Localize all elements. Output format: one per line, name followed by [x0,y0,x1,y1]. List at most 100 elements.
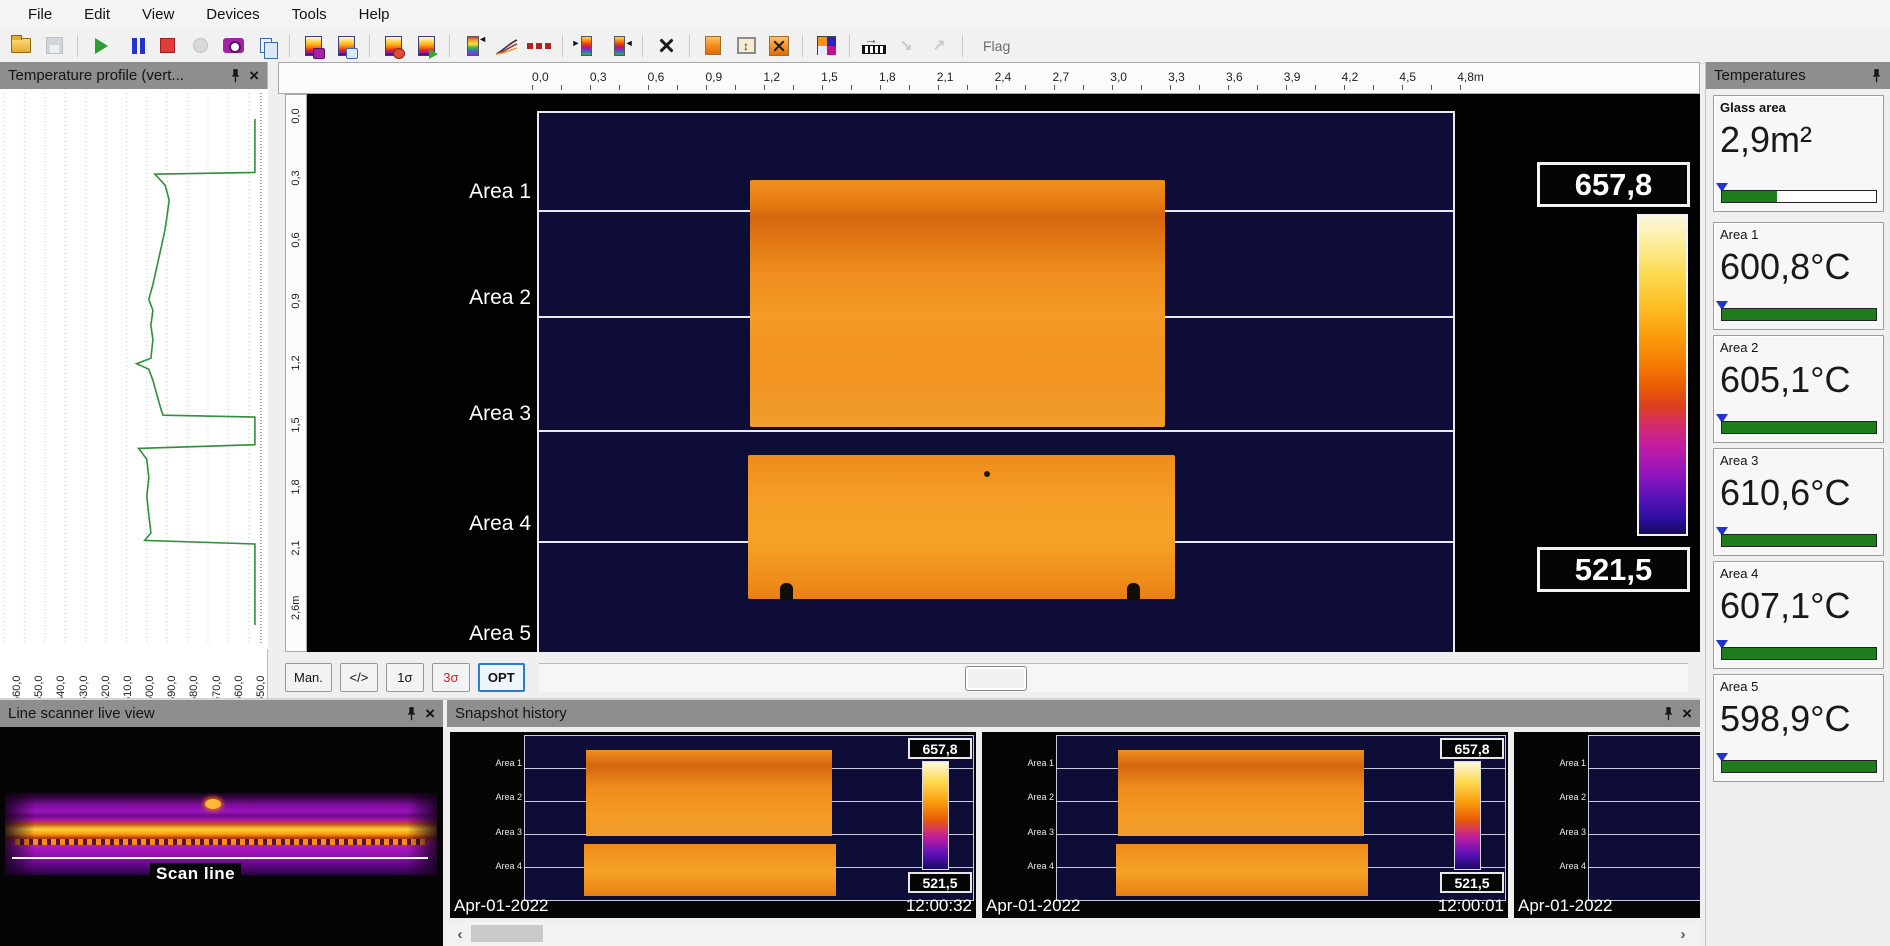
sigma1-button[interactable]: 1σ [386,663,424,692]
menu-file[interactable]: File [14,4,66,25]
pin-icon[interactable] [230,68,241,83]
flag-button[interactable]: Flag [973,35,1020,57]
snapshot-thumbnail-2[interactable]: Area 1 Area 2 Area 3 Area 4 657,8 521,5 … [982,732,1508,918]
sigma3-button[interactable]: 3σ [432,663,470,692]
area-4-card: Area 4 607,1°C [1713,561,1884,669]
line-scanner-title: Line scanner live view [8,705,398,722]
area-2-card-value: 605,1°C [1720,359,1877,401]
thermal-copy-icon[interactable] [333,33,359,59]
scale-slider-track[interactable] [539,663,1688,692]
toolbar-separator [289,35,290,57]
ruler-tick-label: 1,2 [763,70,780,84]
snapshot-thumbnail-3[interactable]: Area 1 Area 2 Area 3 Area 4 Apr-01-2022 [1514,732,1700,918]
pause-icon[interactable] [121,33,147,59]
toolbar-separator [77,35,78,57]
area-fill-icon[interactable] [700,33,726,59]
play-icon[interactable] [88,33,114,59]
horizontal-ruler-ticks [532,85,1484,90]
toolbar-separator [562,35,563,57]
close-icon[interactable]: × [249,67,259,84]
palette-import-icon[interactable] [460,33,486,59]
minmax-scale-button[interactable]: </> [340,663,378,692]
menu-edit[interactable]: Edit [70,4,124,25]
settings-tools-icon[interactable] [653,33,679,59]
area-5-card-label: Area 5 [1720,679,1877,694]
palette-shift-right-icon[interactable] [573,33,599,59]
hot-spot [205,799,221,809]
send-down-icon[interactable]: ↘ [893,33,919,59]
ruler-tick-label: 2,1 [937,70,954,84]
palette-shift-left-icon[interactable] [606,33,632,59]
thermal-record-icon[interactable] [380,33,406,59]
area-4-label: Area 4 [307,512,531,536]
scroll-right-icon[interactable]: › [1670,926,1696,943]
menu-tools[interactable]: Tools [278,4,341,25]
thermal-export-icon[interactable] [413,33,439,59]
thumb-glass-sheet-1 [586,750,832,836]
glass-sheet-1 [750,180,1165,427]
temperature-profile-title: Temperature profile (vert... [8,67,222,84]
scrollbar-thumb[interactable] [471,925,543,942]
thumb-area-3-label: Area 3 [478,827,522,837]
snapshot-scrollbar[interactable]: ‹ › [447,922,1700,946]
thumb-area-1-label: Area 1 [1542,758,1586,768]
toolbar: ↕ ↘ ↗ Flag [0,28,1890,64]
manual-scale-button[interactable]: Man. [285,663,332,692]
horizontal-ruler: 0,00,30,60,91,21,51,82,12,42,73,03,33,63… [278,62,1700,94]
area-1-card: Area 1 600,8°C [1713,222,1884,330]
thermal-snapshot-icon[interactable] [300,33,326,59]
main-viewer: 0,00,30,60,91,21,51,82,12,42,73,03,33,63… [268,62,1700,700]
send-up-icon[interactable]: ↗ [926,33,952,59]
thumb-color-scale [922,761,949,870]
pin-icon[interactable] [1663,706,1674,721]
ruler-tick-label: 4,8m [1457,70,1484,84]
hot-band-texture [15,839,425,845]
open-file-icon[interactable] [8,33,34,59]
measure-distance-icon[interactable] [860,33,886,59]
thumb-glass-sheet-2 [1116,844,1368,896]
thumb-scale-max: 657,8 [1440,738,1504,759]
area-1-bar [1721,308,1877,321]
temperature-profile-chart: 670,0660,0650,0640,0630,0620,0610,0600,0… [0,89,268,649]
pin-icon[interactable] [1871,68,1882,83]
menu-devices[interactable]: Devices [192,4,273,25]
toolbar-separator [689,35,690,57]
ruler-tick-label: 1,5 [821,70,838,84]
area-3-card-label: Area 3 [1720,453,1877,468]
area-tools-icon[interactable] [766,33,792,59]
area-3-bar [1721,534,1877,547]
opt-scale-button[interactable]: OPT [478,663,525,692]
profile-chart-svg [0,89,268,649]
close-icon[interactable]: × [425,705,435,722]
stop-icon[interactable] [154,33,180,59]
pin-icon[interactable] [406,706,417,721]
cold-spot [984,471,990,477]
ruler-tick-label: 1,8 [879,70,896,84]
area-3-label: Area 3 [307,402,531,426]
toolbar-separator [962,35,963,57]
curves-glyph [494,36,518,56]
snapshot-history-titlebar: Snapshot history × [447,700,1700,727]
line-scanner-panel: Line scanner live view × Scan line [0,700,443,946]
scale-slider-handle[interactable] [965,666,1027,691]
scroll-left-icon[interactable]: ‹ [447,926,473,943]
sheet-notch [1127,583,1140,600]
profile-curves-icon[interactable] [493,33,519,59]
thumb-area-4-label: Area 4 [478,861,522,871]
area-height-icon[interactable]: ↕ [733,33,759,59]
save-icon[interactable] [41,33,67,59]
menu-view[interactable]: View [128,4,188,25]
copy-icon[interactable] [253,33,279,59]
toolbar-separator [849,35,850,57]
menu-help[interactable]: Help [345,4,404,25]
isotherm-dashes-icon[interactable] [526,33,552,59]
thumb-area-2-label: Area 2 [1010,792,1054,802]
area-2-card-label: Area 2 [1720,340,1877,355]
palette-mix-icon[interactable] [813,33,839,59]
snapshot-thumbnail-1[interactable]: Area 1 Area 2 Area 3 Area 4 657,8 521,5 … [450,732,976,918]
snapshot-thumbnails: Area 1 Area 2 Area 3 Area 4 657,8 521,5 … [450,732,1700,918]
record-icon[interactable] [187,33,213,59]
snapshot-camera-icon[interactable] [220,33,246,59]
close-icon[interactable]: × [1682,705,1692,722]
thumb-time: 12:00:32 [906,896,972,916]
